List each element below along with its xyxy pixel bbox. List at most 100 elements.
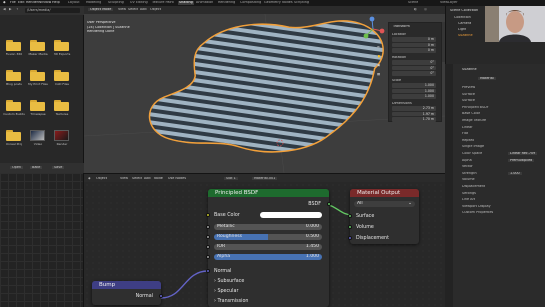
- scale-field[interactable]: 1.000: [392, 83, 436, 88]
- rot-field[interactable]: 0°: [392, 71, 436, 76]
- properties-row[interactable]: Image Texture: [462, 119, 486, 122]
- material-output-title[interactable]: Material Output: [350, 189, 419, 197]
- normal-socket[interactable]: [206, 269, 210, 273]
- menu-render[interactable]: Render: [26, 1, 38, 4]
- properties-row[interactable]: Flat: [462, 132, 468, 135]
- bump-title[interactable]: Bump: [92, 281, 161, 289]
- properties-row[interactable]: Alpha: [462, 159, 472, 162]
- roughness-slider[interactable]: Roughness 0.500: [214, 234, 322, 240]
- ne-menu-object[interactable]: Object: [96, 177, 107, 180]
- menu-edit[interactable]: Edit: [18, 1, 25, 4]
- grid-icon[interactable]: ▦: [377, 73, 383, 79]
- workspace-tab-texture-paint[interactable]: Texture Paint: [152, 1, 174, 4]
- blender-logo-icon[interactable]: ◆: [3, 1, 6, 4]
- material-output-node[interactable]: Material Output All ⌄ Surface Volume Dis…: [348, 189, 419, 244]
- properties-row[interactable]: Linear: [462, 126, 473, 129]
- back-arrow-icon[interactable]: ◀: [3, 8, 6, 11]
- zoom-icon[interactable]: ⊕: [377, 46, 383, 52]
- alpha-slider[interactable]: Alpha 1.000: [214, 254, 322, 260]
- properties-row[interactable]: Surface: [462, 99, 475, 102]
- properties-row[interactable]: Surface: [462, 93, 475, 96]
- metallic-socket[interactable]: [206, 225, 210, 229]
- parent-folder-icon[interactable]: ↑: [16, 8, 19, 11]
- strength-value[interactable]: 1.000: [508, 171, 522, 176]
- properties-row[interactable]: Preview: [462, 86, 475, 89]
- workspace-tab-geometry-nodes[interactable]: Geometry Nodes: [264, 1, 293, 4]
- properties-row[interactable]: Viewport Display: [462, 205, 491, 208]
- menu-file[interactable]: File: [10, 1, 16, 4]
- scale-field[interactable]: 1.000: [392, 88, 436, 93]
- loc-field[interactable]: 0 m: [392, 37, 436, 42]
- overlay-icon[interactable]: ◎: [424, 8, 427, 11]
- surface-socket[interactable]: [348, 214, 352, 218]
- node-editor-type-icon[interactable]: ◈: [88, 177, 91, 180]
- properties-row[interactable]: Settings: [462, 192, 476, 195]
- specular-panel[interactable]: › Specular: [214, 289, 238, 294]
- outliner-row[interactable]: Light: [458, 28, 466, 31]
- outliner-row[interactable]: Collection: [454, 16, 471, 19]
- properties-row[interactable]: Volume: [462, 178, 475, 181]
- principled-bsdf-node[interactable]: Principled BSDF BSDF Base Color Metallic…: [206, 189, 331, 307]
- open-button[interactable]: Open: [10, 166, 24, 170]
- base-color-swatch[interactable]: [260, 212, 322, 218]
- roughness-socket[interactable]: [206, 235, 210, 239]
- pan-icon[interactable]: ✋: [377, 55, 383, 61]
- slot-selector[interactable]: Slot 1: [224, 177, 238, 181]
- metallic-slider[interactable]: Metallic 0.000: [214, 224, 322, 230]
- rot-field[interactable]: 0°: [392, 60, 436, 65]
- camera-icon[interactable]: ▣: [377, 64, 383, 70]
- viewport-menu-view[interactable]: View: [118, 8, 126, 11]
- properties-row[interactable]: Principled BSDF: [462, 106, 489, 109]
- alpha-value[interactable]: Premultiplied: [508, 158, 535, 162]
- workspace-tab-modeling[interactable]: Modeling: [86, 1, 101, 4]
- ne-menu-node[interactable]: Node: [154, 177, 163, 180]
- workspace-tab-sculpting[interactable]: Sculpting: [108, 1, 124, 4]
- principled-bsdf-title[interactable]: Principled BSDF: [208, 189, 329, 197]
- properties-row[interactable]: Line Art: [462, 198, 475, 201]
- navigation-gizmo[interactable]: [360, 16, 386, 42]
- viewport-menu-object[interactable]: Object: [150, 8, 161, 11]
- view-layer-selector[interactable]: ViewLayer: [440, 1, 458, 4]
- workspace-tab-uv-editing[interactable]: UV Editing: [130, 1, 148, 4]
- bake-button[interactable]: Bake: [30, 166, 43, 170]
- alpha-socket[interactable]: [206, 255, 210, 259]
- ne-menu-add[interactable]: Add: [144, 177, 151, 180]
- ne-menu-view[interactable]: View: [120, 177, 128, 180]
- viewport-menu-select[interactable]: Select: [128, 8, 138, 11]
- menu-window[interactable]: Window: [38, 1, 51, 4]
- properties-row[interactable]: Displacement: [462, 185, 485, 188]
- save-button[interactable]: Save: [52, 166, 65, 170]
- rot-field[interactable]: 0°: [392, 65, 436, 70]
- workspace-tab-scripting[interactable]: Scripting: [294, 1, 309, 4]
- loc-field[interactable]: 0 m: [392, 48, 436, 53]
- bump-normal-output-socket[interactable]: [159, 294, 163, 298]
- workspace-tab-animation[interactable]: Animation: [196, 1, 213, 4]
- displacement-socket[interactable]: [348, 236, 352, 240]
- outliner-row-active[interactable]: Suzanne: [458, 34, 473, 37]
- properties-row[interactable]: Custom Properties: [462, 211, 493, 214]
- volume-socket[interactable]: [348, 225, 352, 229]
- forward-arrow-icon[interactable]: ▶: [9, 8, 12, 11]
- bump-node[interactable]: Bump Normal: [92, 281, 163, 305]
- mode-selector[interactable]: Object Mode: [88, 8, 114, 12]
- dims-field[interactable]: 2.73 m: [392, 106, 436, 111]
- ior-socket[interactable]: [206, 245, 210, 249]
- scene-selector[interactable]: Scene: [408, 1, 418, 4]
- outliner-row[interactable]: Camera: [458, 22, 471, 25]
- ior-slider[interactable]: IOR 1.450: [214, 244, 322, 250]
- workspace-tab-compositing[interactable]: Compositing: [240, 1, 261, 4]
- viewport-menu-add[interactable]: Add: [140, 8, 147, 11]
- properties-tabs[interactable]: [445, 64, 453, 307]
- properties-row[interactable]: Single Image: [462, 145, 484, 148]
- workspace-tab-layout[interactable]: Layout: [68, 1, 80, 4]
- properties-row[interactable]: Base Color: [462, 112, 480, 115]
- base-color-socket[interactable]: [206, 213, 210, 217]
- properties-row[interactable]: Color Space: [462, 152, 482, 155]
- properties-row[interactable]: Strength: [462, 172, 477, 175]
- file-path-field[interactable]: /Users/media/: [25, 8, 80, 13]
- bsdf-output-socket[interactable]: [327, 202, 331, 206]
- shading-mode-icon[interactable]: ◐: [414, 8, 417, 11]
- workspace-tab-rendering[interactable]: Rendering: [218, 1, 235, 4]
- properties-row[interactable]: Repeat: [462, 139, 474, 142]
- transmission-panel[interactable]: › Transmission: [214, 299, 248, 304]
